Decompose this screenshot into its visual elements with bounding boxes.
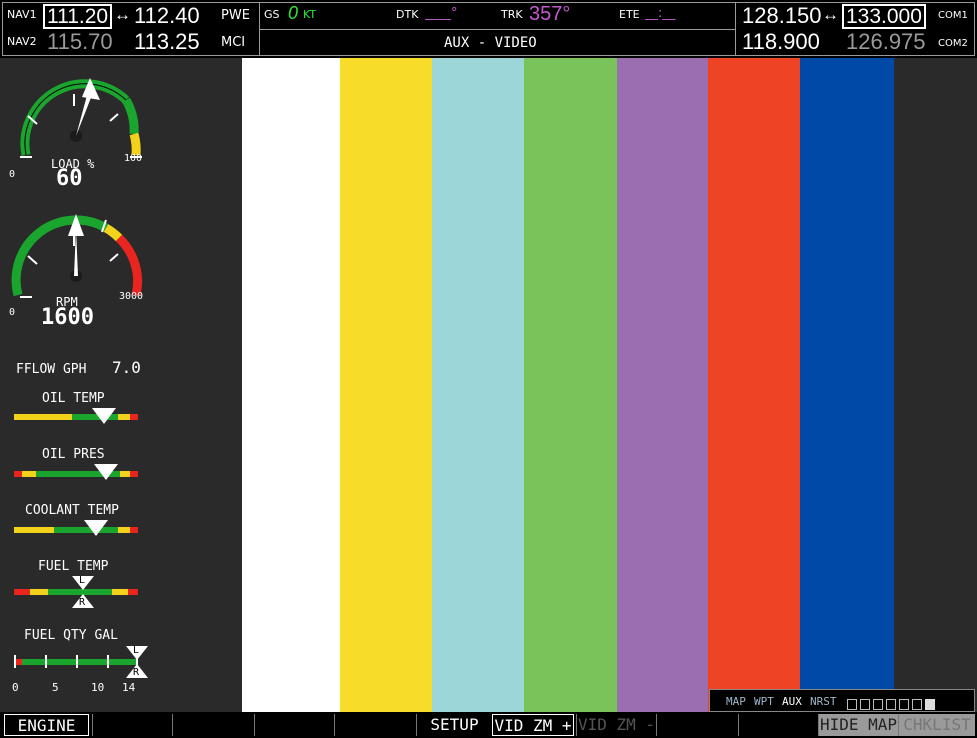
gs-unit: KT xyxy=(303,8,317,21)
load-max-label: 100 xyxy=(124,153,143,164)
oil-temp-pointer xyxy=(92,408,116,424)
nav1-label: NAV1 xyxy=(7,8,37,21)
softkey-bar: ENGINE SETUP VID ZM + VID ZM - HIDE MAP … xyxy=(0,712,977,738)
fuel-temp-label: FUEL TEMP xyxy=(38,559,109,574)
navigation-data-bar: GS 0 KT DTK ____° TRK 357° ETE __:__ AUX… xyxy=(259,2,736,56)
com1-standby-frequency[interactable]: 133.000 xyxy=(842,4,926,29)
coolant-temp-pointer xyxy=(84,520,108,536)
coolant-temp-label: COOLANT TEMP xyxy=(25,503,119,518)
fuel-qty-tick-14: 14 xyxy=(122,681,136,694)
oil-temp-bar xyxy=(14,414,138,420)
com2-active-frequency[interactable]: 118.900 xyxy=(742,31,820,53)
softkey-blank-3[interactable] xyxy=(172,714,254,736)
nav2-label: NAV2 xyxy=(7,35,37,48)
page-group-nrst: NRST xyxy=(810,695,837,708)
com2-label: COM2 xyxy=(938,38,968,49)
fuel-qty-tick-5: 5 xyxy=(52,681,59,694)
rpm-min-label: 0 xyxy=(9,307,16,318)
color-bar-magenta xyxy=(617,58,708,712)
softkey-blank-9[interactable] xyxy=(656,714,738,736)
color-bar-white xyxy=(242,58,340,712)
color-bar-red xyxy=(708,58,800,712)
rpm-max-label: 3000 xyxy=(119,291,144,302)
color-bar-blue xyxy=(800,58,894,712)
ete-value: __:__ xyxy=(645,6,676,21)
nav2-standby-frequency[interactable]: 113.25 xyxy=(134,31,200,53)
fuel-temp-left-marker: L xyxy=(79,575,86,586)
com-frequency-box: 128.150 ↔ 133.000 COM1 118.900 126.975 C… xyxy=(735,2,975,56)
page-group-indicator: MAP WPT AUX NRST xyxy=(709,689,975,712)
softkey-blank-10[interactable] xyxy=(738,714,818,736)
gs-label: GS xyxy=(264,8,280,21)
com2-standby-frequency[interactable]: 126.975 xyxy=(846,31,926,53)
softkey-checklist[interactable]: CHKLIST xyxy=(898,714,975,736)
nav1-swap-icon[interactable]: ↔ xyxy=(114,6,131,23)
engine-indication-strip: 0 100 LOAD % 60 0 3000 RPM 1600 FFLOW GP… xyxy=(0,58,150,712)
dtk-value: ____° xyxy=(425,6,458,21)
fflow-label: FFLOW GPH xyxy=(16,362,87,377)
page-title: AUX - VIDEO xyxy=(444,35,537,51)
nav2-station-id: MCI xyxy=(221,35,246,50)
nav2-active-frequency[interactable]: 115.70 xyxy=(47,31,113,53)
trk-label: TRK xyxy=(501,8,523,21)
load-value: 60 xyxy=(56,166,83,191)
nav1-standby-frequency[interactable]: 112.40 xyxy=(134,5,200,27)
color-bar-black xyxy=(894,58,977,712)
coolant-temp-bar xyxy=(14,527,138,533)
nav1-station-id: PWE xyxy=(221,8,250,23)
load-min-label: 0 xyxy=(9,169,16,180)
softkey-setup[interactable]: SETUP xyxy=(416,714,492,736)
rpm-gauge: 0 3000 RPM 1600 xyxy=(6,210,146,330)
ete-label: ETE xyxy=(619,8,640,21)
page-group-aux: AUX xyxy=(782,695,802,708)
fuel-temp-right-marker: R xyxy=(79,597,86,608)
fflow-value: 7.0 xyxy=(112,358,141,377)
video-display-area xyxy=(150,58,977,712)
softkey-engine[interactable]: ENGINE xyxy=(4,714,89,736)
fuel-qty-tick-10: 10 xyxy=(91,681,105,694)
com1-swap-icon[interactable]: ↔ xyxy=(822,6,839,23)
color-bar-yellow xyxy=(340,58,432,712)
gs-value: 0 xyxy=(288,3,299,23)
fuel-qty-right-marker: R xyxy=(133,667,140,678)
oil-pres-pointer xyxy=(94,464,118,480)
rpm-value: 1600 xyxy=(41,305,94,330)
nav1-active-frequency[interactable]: 111.20 xyxy=(43,4,113,29)
page-group-wpt: WPT xyxy=(754,695,774,708)
nav-frequency-box: NAV1 111.20 ↔ 112.40 PWE NAV2 115.70 113… xyxy=(2,2,260,56)
com1-label: COM1 xyxy=(938,10,968,21)
fuel-qty-label: FUEL QTY GAL xyxy=(24,628,118,643)
softkey-hide-map[interactable]: HIDE MAP xyxy=(818,714,898,736)
softkey-blank-2[interactable] xyxy=(92,714,172,736)
fuel-qty-tick-0: 0 xyxy=(12,681,19,694)
softkey-vid-zoom-in[interactable]: VID ZM + xyxy=(492,714,574,736)
oil-temp-label: OIL TEMP xyxy=(42,391,105,406)
top-status-bar: NAV1 111.20 ↔ 112.40 PWE NAV2 115.70 113… xyxy=(0,0,977,58)
oil-pres-bar xyxy=(14,471,138,477)
title-divider xyxy=(260,29,735,30)
softkey-blank-4[interactable] xyxy=(254,714,334,736)
load-gauge: 0 100 LOAD % 60 xyxy=(6,70,146,190)
oil-pres-label: OIL PRES xyxy=(42,447,105,462)
color-bar-cyan xyxy=(432,58,524,712)
com1-active-frequency[interactable]: 128.150 xyxy=(742,5,822,27)
trk-value: 357° xyxy=(529,3,571,25)
dtk-label: DTK xyxy=(396,8,419,21)
fuel-qty-left-marker: L xyxy=(133,645,140,656)
softkey-vid-zoom-out[interactable]: VID ZM - xyxy=(576,714,656,736)
color-bar-green xyxy=(524,58,617,712)
page-group-map: MAP xyxy=(726,695,746,708)
softkey-blank-5[interactable] xyxy=(334,714,416,736)
